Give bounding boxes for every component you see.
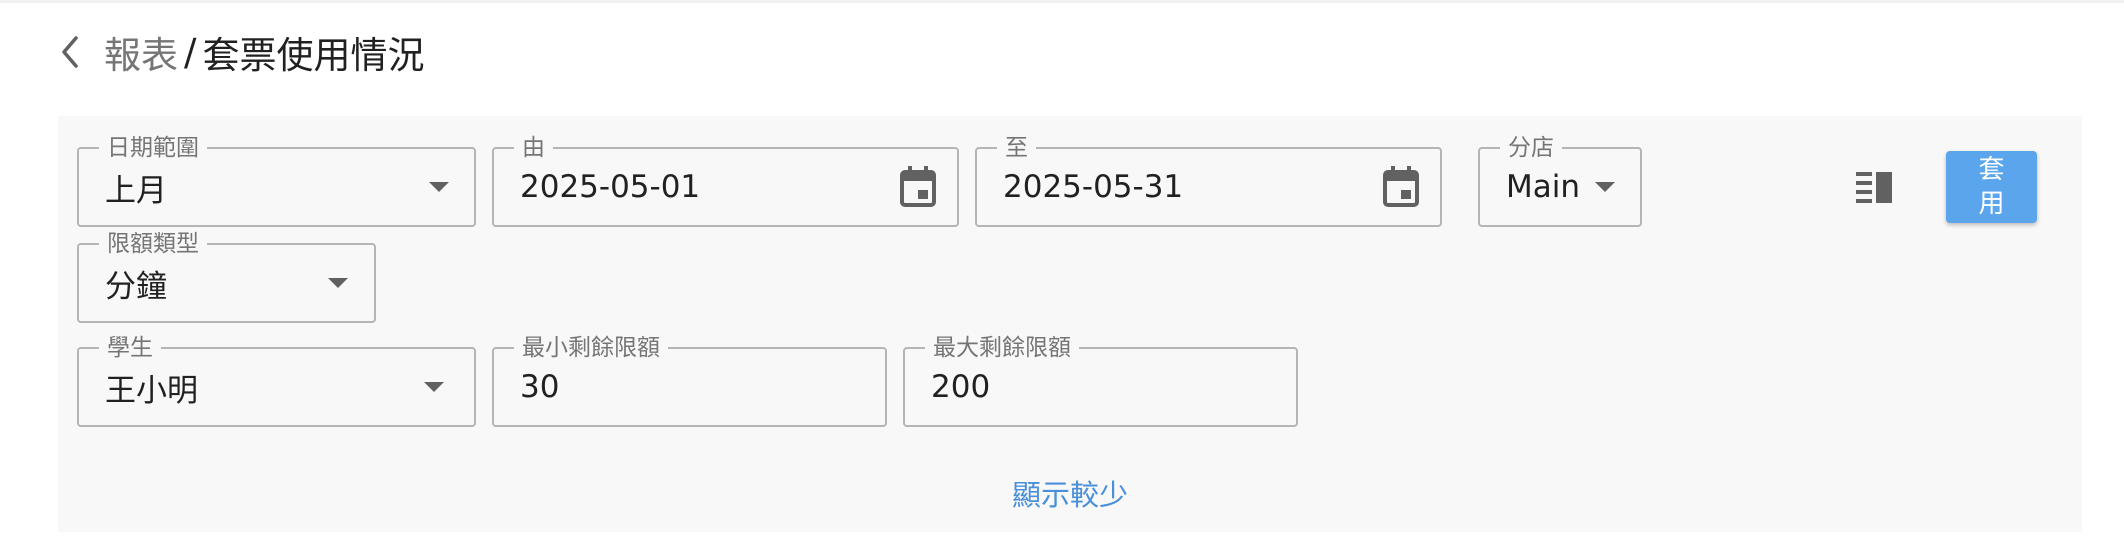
student-select[interactable]: 學生 王小明 [77, 335, 476, 427]
dropdown-arrow-icon [424, 382, 444, 392]
breadcrumb: 報表 / 套票使用情況 [56, 24, 424, 80]
date-range-select[interactable]: 日期範圍 上月 [77, 135, 476, 227]
apply-button-label: 套用 [1978, 155, 2005, 219]
max-remaining-input[interactable]: 最大剩餘限額 200 [903, 335, 1298, 427]
back-button[interactable] [56, 32, 84, 72]
show-less-link[interactable]: 顯示較少 [0, 472, 2124, 514]
quota-type-select[interactable]: 限額類型 分鐘 [77, 231, 376, 323]
branch-select[interactable]: 分店 Main [1478, 135, 1642, 227]
dropdown-arrow-icon [429, 182, 449, 192]
to-date-field[interactable]: 至 2025-05-31 [975, 135, 1442, 227]
dropdown-arrow-icon [1595, 182, 1615, 192]
min-remaining-input[interactable]: 最小剩餘限額 30 [492, 335, 887, 427]
dropdown-arrow-icon [328, 278, 348, 288]
breadcrumb-separator: / [184, 30, 197, 74]
breadcrumb-parent[interactable]: 報表 [104, 25, 178, 79]
quota-type-value: 分鐘 [105, 268, 167, 305]
min-remaining-value: 30 [520, 369, 560, 405]
date-range-value: 上月 [105, 172, 167, 209]
page-title: 套票使用情況 [202, 34, 425, 77]
from-date-field[interactable]: 由 2025-05-01 [492, 135, 959, 227]
view-columns-icon[interactable] [1856, 170, 1896, 204]
calendar-icon[interactable] [1381, 165, 1421, 209]
calendar-icon[interactable] [898, 165, 938, 209]
student-value: 王小明 [105, 372, 198, 409]
top-divider [0, 0, 2124, 3]
chevron-left-icon [62, 36, 78, 68]
max-remaining-value: 200 [931, 369, 991, 405]
apply-button[interactable]: 套用 [1946, 151, 2037, 223]
branch-value: Main [1506, 169, 1581, 205]
to-date-value: 2025-05-31 [1003, 169, 1184, 205]
from-date-value: 2025-05-01 [520, 169, 701, 205]
